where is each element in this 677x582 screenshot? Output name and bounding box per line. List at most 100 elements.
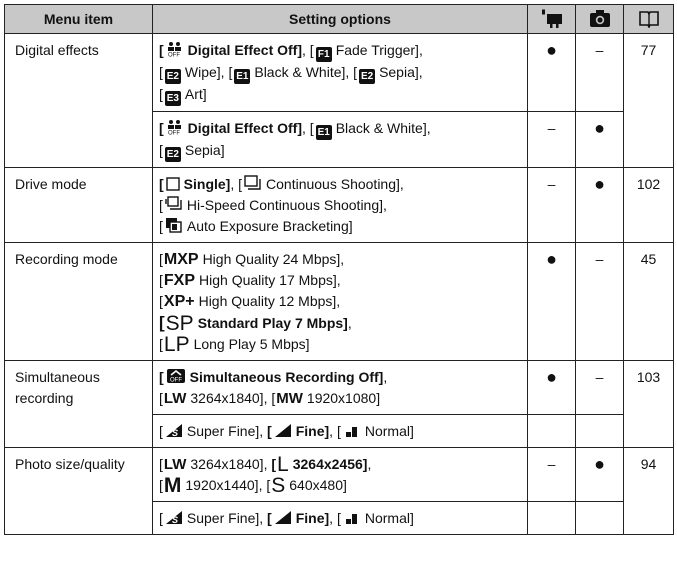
option-text: 1920x1440], [ bbox=[185, 477, 271, 493]
bracket: [ bbox=[159, 42, 164, 58]
option-text: High Quality 12 Mbps], bbox=[198, 293, 341, 309]
svg-text:OFF: OFF bbox=[168, 131, 180, 136]
option-text: Long Play 5 Mbps] bbox=[193, 336, 310, 352]
mxp-icon: MXP bbox=[163, 251, 199, 268]
setting-options-cell: [OFF Digital Effect Off], [F1 Fade Trigger… bbox=[152, 33, 528, 112]
fine-icon bbox=[274, 511, 291, 524]
effect-3-icon: E3 bbox=[164, 91, 181, 106]
option-text: Normal] bbox=[364, 510, 414, 526]
movie-mode-availability: ● bbox=[527, 33, 576, 112]
movie-mode-availability: – bbox=[527, 447, 576, 502]
header-movie-mode bbox=[527, 4, 576, 34]
movie-mode-availability: – bbox=[527, 111, 576, 168]
super-fine-icon: S bbox=[165, 424, 182, 438]
s-size-icon: S bbox=[271, 474, 286, 497]
effect-2-icon: E2 bbox=[164, 147, 181, 162]
option-text: 3264x1840], bbox=[190, 456, 272, 472]
effect-1-icon: E1 bbox=[315, 125, 332, 140]
photo-mode-availability bbox=[575, 414, 624, 448]
bracket: [ bbox=[159, 423, 163, 439]
setting-options-cell: [OFF Simultaneous Recording Off], [LW 3264… bbox=[152, 360, 528, 415]
sp-icon: SP bbox=[165, 312, 194, 335]
bracket: [ bbox=[159, 390, 163, 406]
option-text: Black & White], [ bbox=[254, 64, 358, 80]
setting-options-cell: [S Super Fine], [Fine], [Normal] bbox=[152, 501, 528, 535]
option-text: Single] bbox=[183, 176, 231, 192]
svg-text:OFF: OFF bbox=[168, 53, 180, 58]
svg-text:OFF: OFF bbox=[170, 378, 182, 384]
header-page-reference bbox=[623, 4, 674, 34]
page-reference: 102 bbox=[623, 167, 674, 243]
camera-icon bbox=[589, 10, 610, 27]
setting-options-cell: [OFF Digital Effect Off], [E1 Black & Whit… bbox=[152, 111, 528, 168]
header-setting-options: Setting options bbox=[152, 4, 528, 34]
lw-size-icon: LW bbox=[163, 456, 187, 473]
setting-options-cell: [LW 3264x1840], [L 3264x2456], [M 1920x1440… bbox=[152, 447, 528, 502]
movie-mode-icon bbox=[541, 9, 562, 28]
header-menu-item: Menu item bbox=[4, 4, 153, 34]
option-text: Fine] bbox=[295, 423, 330, 439]
bracket: [ bbox=[159, 477, 163, 493]
option-text: Auto Exposure Bracketing] bbox=[186, 218, 353, 234]
bracket: [ bbox=[159, 510, 163, 526]
bracket: [ bbox=[159, 197, 163, 213]
bracket: [ bbox=[159, 336, 163, 352]
page-reference: 103 bbox=[623, 360, 674, 448]
table-row: Simultaneous recording [OFF Simultaneous … bbox=[4, 360, 674, 448]
option-text: Wipe], [ bbox=[184, 64, 233, 80]
bracket: [ bbox=[159, 251, 163, 267]
option-text: High Quality 24 Mbps], bbox=[202, 251, 345, 267]
bracket: [ bbox=[159, 142, 163, 158]
digital-effect-off-icon: OFF bbox=[167, 42, 181, 58]
menu-settings-table: Menu item Setting options Digital effect… bbox=[4, 4, 674, 535]
option-text: Super Fine], bbox=[186, 510, 268, 526]
movie-mode-availability bbox=[527, 501, 576, 535]
lp-icon: LP bbox=[163, 333, 190, 356]
xp-plus-icon: XP+ bbox=[163, 293, 195, 310]
bracket: [ bbox=[159, 176, 164, 192]
separator: , bbox=[347, 315, 352, 331]
bracket: [ bbox=[159, 369, 164, 385]
option-text: Standard Play 7 Mbps] bbox=[197, 315, 348, 331]
table-row: Recording mode [MXP High Quality 24 Mbps]… bbox=[4, 242, 674, 361]
table-row: Digital effects [OFF Digital Effect Off],… bbox=[4, 33, 674, 168]
option-text: 1920x1080] bbox=[306, 390, 381, 406]
header-photo-mode bbox=[575, 4, 624, 34]
fine-icon bbox=[274, 424, 291, 437]
photo-mode-availability: – bbox=[575, 33, 624, 112]
menu-item-name: Photo size/quality bbox=[4, 447, 153, 535]
option-text: 3264x2456] bbox=[292, 456, 368, 472]
digital-effect-off-icon: OFF bbox=[167, 120, 181, 136]
page-reference: 94 bbox=[623, 447, 674, 535]
setting-options-cell: [Single], [Continuous Shooting], [Hi-Spe… bbox=[152, 167, 528, 243]
option-text: Normal] bbox=[364, 423, 414, 439]
bracket: [ bbox=[267, 510, 272, 526]
effect-2-icon: E2 bbox=[359, 69, 376, 84]
option-text: Digital Effect Off] bbox=[187, 120, 303, 136]
option-text: Simultaneous Recording Off] bbox=[189, 369, 384, 385]
setting-options-cell: [S Super Fine], [Fine], [Normal] bbox=[152, 414, 528, 448]
auto-exposure-bracketing-icon bbox=[165, 218, 182, 233]
lw-size-icon: LW bbox=[163, 390, 187, 407]
photo-mode-availability: – bbox=[575, 242, 624, 361]
normal-quality-icon bbox=[345, 514, 357, 524]
table-row: Drive mode [Single], [Continuous Shootin… bbox=[4, 167, 674, 243]
single-shot-icon bbox=[165, 177, 180, 191]
fader-icon: F1 bbox=[315, 47, 332, 62]
super-fine-icon: S bbox=[165, 511, 182, 525]
normal-quality-icon bbox=[345, 427, 357, 437]
photo-mode-availability: – bbox=[575, 360, 624, 415]
movie-mode-availability: ● bbox=[527, 360, 576, 415]
m-size-icon: M bbox=[163, 474, 182, 497]
separator: , [ bbox=[329, 423, 341, 439]
book-icon bbox=[638, 11, 659, 29]
bracket: [ bbox=[159, 272, 163, 288]
bracket: [ bbox=[271, 456, 277, 472]
option-text: Black & White], bbox=[335, 120, 431, 136]
wipe-icon: E2 bbox=[164, 69, 181, 84]
manual-page: Menu item Setting options Digital effect… bbox=[0, 0, 677, 582]
simultaneous-recording-off-icon: OFF bbox=[166, 369, 185, 384]
option-text: Super Fine], bbox=[186, 423, 268, 439]
svg-text:S: S bbox=[172, 428, 178, 438]
menu-item-name: Drive mode bbox=[4, 167, 153, 243]
